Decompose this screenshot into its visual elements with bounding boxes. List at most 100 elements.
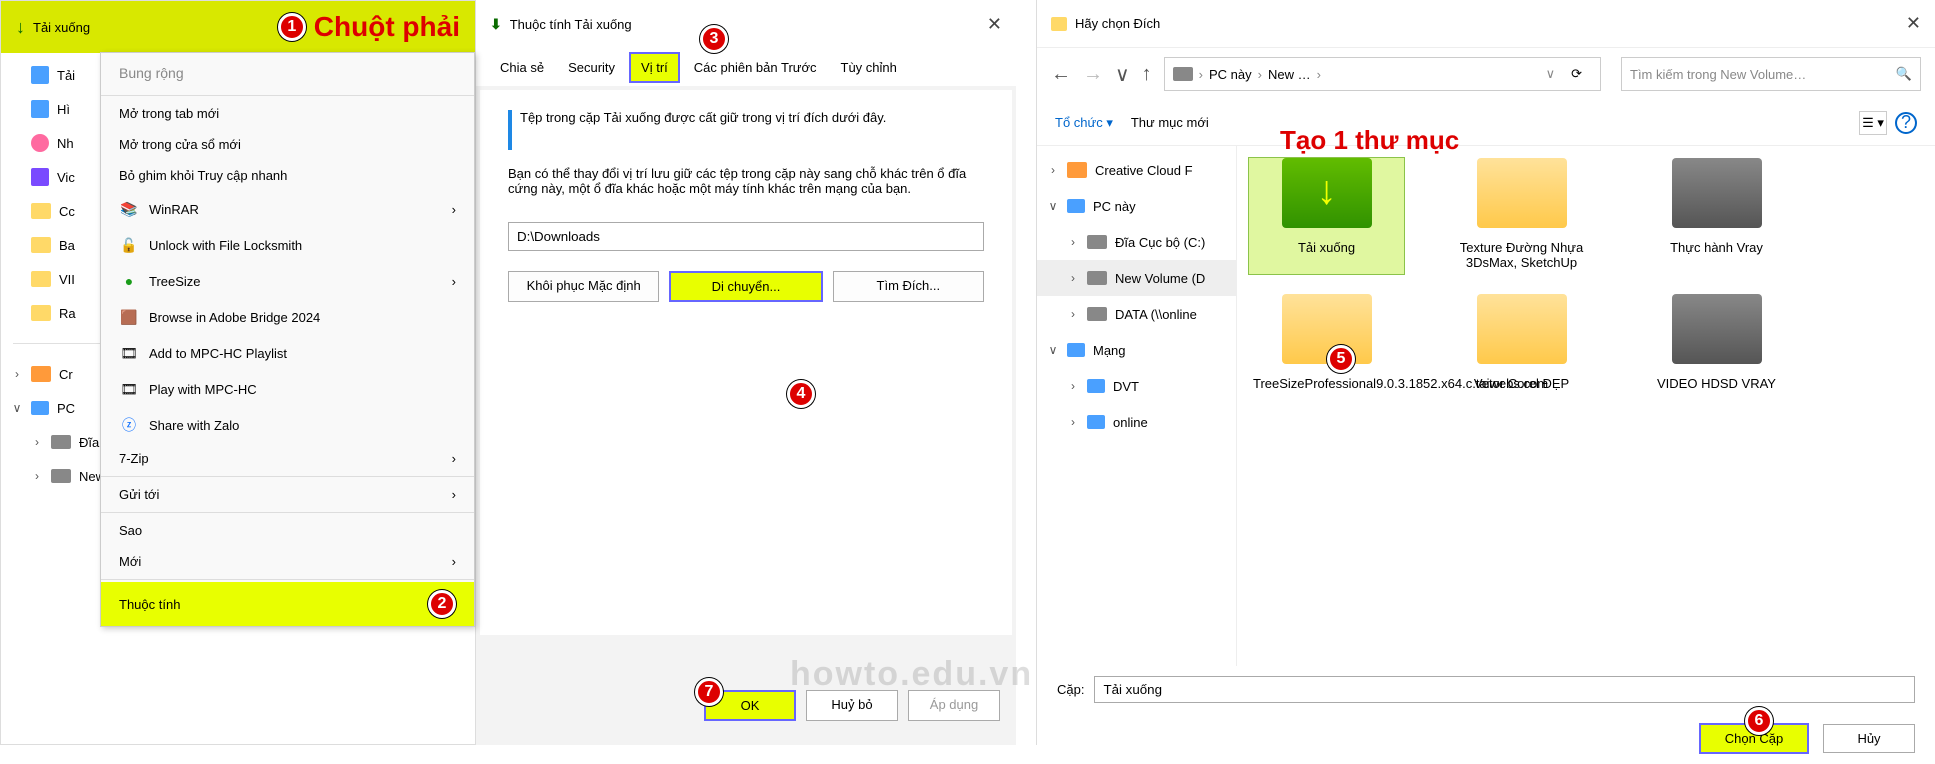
- tree-label[interactable]: PC: [57, 401, 75, 416]
- tree-label[interactable]: Tải: [57, 68, 75, 83]
- search-input[interactable]: Tìm kiếm trong New Volume… 🔍: [1621, 57, 1921, 91]
- chevron-right-icon: ›: [452, 487, 456, 502]
- tree-label[interactable]: Cr: [59, 367, 73, 382]
- disk-icon: [1173, 67, 1193, 81]
- accent-bar: [508, 110, 512, 150]
- marker-1: 1: [278, 13, 306, 41]
- menu-expand[interactable]: Bung rộng: [101, 53, 474, 93]
- search-icon: 🔍: [1896, 66, 1912, 82]
- recent-button[interactable]: ∨: [1115, 62, 1130, 87]
- folder-item-downloads[interactable]: Tải xuống: [1249, 158, 1404, 274]
- expander-icon[interactable]: ∨: [11, 401, 23, 415]
- tree-label[interactable]: Đĩa Cục bộ (C:): [1115, 235, 1205, 250]
- organize-menu[interactable]: Tổ chức ▾: [1055, 115, 1113, 131]
- menu-new[interactable]: Mới›: [101, 546, 474, 577]
- help-icon[interactable]: ?: [1895, 112, 1917, 134]
- breadcrumb-item[interactable]: New …: [1268, 67, 1311, 82]
- breadcrumb[interactable]: › PC này › New … › ∨ ⟳: [1164, 57, 1601, 91]
- apply-button[interactable]: Áp dụng: [908, 690, 1000, 721]
- breadcrumb-item[interactable]: PC này: [1209, 67, 1252, 82]
- expander-icon[interactable]: ›: [11, 367, 23, 381]
- tree-label[interactable]: DVT: [1113, 379, 1139, 394]
- chevron-down-icon[interactable]: ∨: [1546, 66, 1556, 82]
- tree-label[interactable]: online: [1113, 415, 1148, 430]
- tab-security[interactable]: Security: [558, 54, 625, 81]
- folder-item[interactable]: VIDEO HDSD VRAY: [1639, 294, 1794, 395]
- folder-item[interactable]: TreeSizeProfessional9.0.3.1852.x64.c.tai…: [1249, 294, 1404, 395]
- picker-titlebar: Hãy chọn Đích ✕: [1037, 0, 1935, 48]
- path-input[interactable]: [508, 222, 984, 251]
- marker-5: 5: [1327, 345, 1355, 373]
- new-folder-button[interactable]: Thư mục mới: [1131, 115, 1209, 130]
- tab-customize[interactable]: Tùy chỉnh: [831, 54, 907, 81]
- find-target-button[interactable]: Tìm Đích...: [833, 271, 984, 302]
- cancel-button[interactable]: Hủy: [1823, 724, 1915, 753]
- tree-label[interactable]: Cc: [59, 204, 75, 219]
- close-button[interactable]: ✕: [1906, 13, 1921, 34]
- up-button[interactable]: ↑: [1142, 63, 1152, 86]
- tree-label[interactable]: PC này: [1093, 199, 1136, 214]
- folder-grid: Tải xuống Texture Đường Nhựa 3DsMax, Ske…: [1237, 146, 1935, 666]
- tree-label[interactable]: VII: [59, 272, 75, 287]
- folder-item[interactable]: Thực hành Vray: [1639, 158, 1794, 274]
- bridge-icon: 🟫: [119, 307, 139, 327]
- menu-winrar[interactable]: 📚WinRAR›: [101, 191, 474, 227]
- menu-7zip[interactable]: 7-Zip›: [101, 443, 474, 474]
- menu-treesize[interactable]: ●TreeSize›: [101, 263, 474, 299]
- folder-icon: [1282, 294, 1372, 364]
- chevron-right-icon: ›: [452, 202, 456, 217]
- tree-label[interactable]: DATA (\\online: [1115, 307, 1197, 322]
- navigation-row: ← → ∨ ↑ › PC này › New … › ∨ ⟳ Tìm kiếm …: [1037, 48, 1935, 100]
- menu-unpin[interactable]: Bỏ ghim khỏi Truy cập nhanh: [101, 160, 474, 191]
- menu-mpc-play[interactable]: 🎞Play with MPC-HC: [101, 371, 474, 407]
- download-icon: ⬇: [490, 16, 502, 33]
- menu-copy[interactable]: Sao: [101, 515, 474, 546]
- folder-icon: [31, 271, 51, 287]
- menu-bridge[interactable]: 🟫Browse in Adobe Bridge 2024: [101, 299, 474, 335]
- tree-label[interactable]: New Volume (D: [1115, 271, 1205, 286]
- folder-item[interactable]: Texture Đường Nhựa 3DsMax, SketchUp: [1444, 158, 1599, 274]
- tree-label[interactable]: Ba: [59, 238, 75, 253]
- menu-properties[interactable]: Thuộc tính2: [101, 582, 474, 626]
- back-button[interactable]: ←: [1051, 63, 1071, 86]
- tree-label[interactable]: Vic: [57, 170, 75, 185]
- folder-item[interactable]: Vetor Corel ĐẸP: [1444, 294, 1599, 395]
- restore-default-button[interactable]: Khôi phục Mặc định: [508, 271, 659, 302]
- disk-icon: [1087, 271, 1107, 285]
- marker-3: 3: [700, 25, 728, 53]
- close-button[interactable]: ✕: [987, 14, 1002, 35]
- expander-icon[interactable]: ›: [31, 469, 43, 483]
- tab-share[interactable]: Chia sẻ: [490, 54, 554, 81]
- tree-label[interactable]: Hì: [57, 102, 70, 117]
- context-menu: Bung rộng Mở trong tab mới Mở trong cửa …: [100, 52, 475, 627]
- menu-mpc-add[interactable]: 🎞Add to MPC-HC Playlist: [101, 335, 474, 371]
- location-desc2: Bạn có thể thay đổi vị trí lưu giữ các t…: [508, 166, 984, 196]
- move-button[interactable]: Di chuyển...: [669, 271, 822, 302]
- view-button[interactable]: ☰ ▾: [1859, 111, 1887, 135]
- refresh-button[interactable]: ⟳: [1561, 66, 1592, 82]
- folder-icon: [1051, 17, 1067, 31]
- picture-icon: [31, 100, 49, 118]
- folder-icon: [1672, 158, 1762, 228]
- folder-label: Cặp:: [1057, 682, 1084, 697]
- menu-open-tab[interactable]: Mở trong tab mới: [101, 98, 474, 129]
- folder-name-input[interactable]: [1094, 676, 1915, 703]
- dialog-title: Thuộc tính Tải xuống: [510, 17, 632, 32]
- menu-zalo[interactable]: ⓩShare with Zalo: [101, 407, 474, 443]
- tab-previous[interactable]: Các phiên bản Trước: [684, 54, 827, 81]
- down-arrow-icon: ↓: [16, 17, 25, 38]
- cloud-icon: [31, 366, 51, 382]
- menu-sendto[interactable]: Gửi tới›: [101, 479, 474, 510]
- mpc-icon: 🎞: [119, 343, 139, 363]
- tree-label[interactable]: Mạng: [1093, 343, 1126, 358]
- cancel-button[interactable]: Huỷ bỏ: [806, 690, 898, 721]
- menu-open-window[interactable]: Mở trong cửa sổ mới: [101, 129, 474, 160]
- forward-button[interactable]: →: [1083, 63, 1103, 86]
- tab-location[interactable]: Vị trí: [629, 52, 680, 83]
- tree-label[interactable]: Nh: [57, 136, 74, 151]
- tree-label[interactable]: Creative Cloud F: [1095, 163, 1193, 178]
- video-icon: [31, 168, 49, 186]
- expander-icon[interactable]: ›: [31, 435, 43, 449]
- menu-locksmith[interactable]: 🔓Unlock with File Locksmith: [101, 227, 474, 263]
- tree-label[interactable]: Ra: [59, 306, 76, 321]
